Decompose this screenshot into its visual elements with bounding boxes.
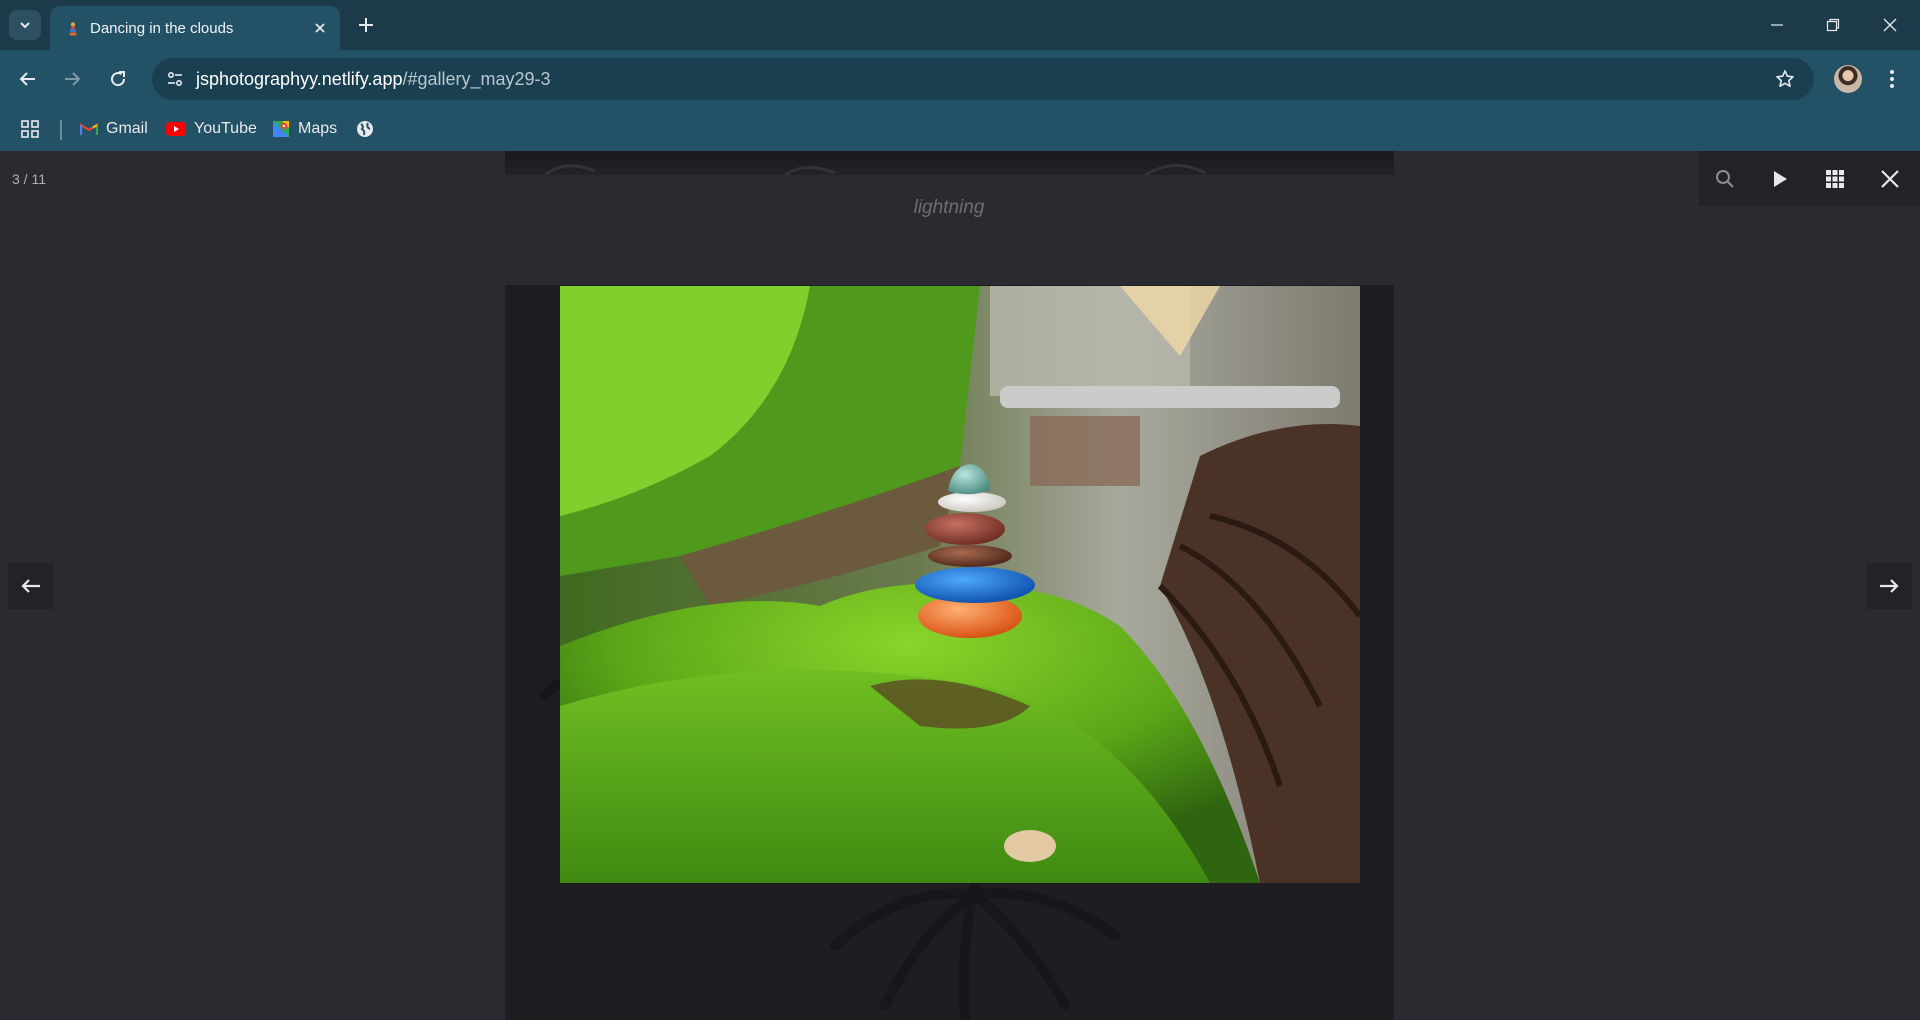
arrow-left-icon	[21, 579, 40, 593]
restore-button[interactable]	[1813, 10, 1853, 40]
bookmarks-divider	[60, 120, 62, 140]
maps-icon	[273, 121, 289, 137]
new-tab-button[interactable]	[352, 11, 380, 39]
plus-icon	[359, 18, 373, 32]
play-icon	[1774, 171, 1787, 187]
tab-strip: Dancing in the clouds	[0, 0, 1920, 50]
previous-image-caption: lightning	[913, 197, 985, 218]
arrow-left-icon	[19, 72, 35, 86]
close-icon	[1881, 170, 1899, 188]
bookmark-maps[interactable]: Maps	[272, 116, 337, 142]
image-counter: 3 / 11	[12, 171, 46, 187]
bookmark-gmail[interactable]: Gmail	[80, 116, 148, 142]
chevron-down-icon	[20, 22, 30, 29]
bookmark-youtube[interactable]: YouTube	[166, 116, 257, 142]
image-frame	[505, 285, 1394, 1020]
restore-icon	[1826, 18, 1840, 32]
bookmark-star-icon[interactable]	[1774, 68, 1796, 90]
arrow-right-icon	[65, 72, 81, 86]
lightbox-toolbar	[1699, 151, 1920, 206]
tab-close-icon[interactable]	[310, 18, 330, 38]
profile-avatar[interactable]	[1834, 65, 1862, 93]
slideshow-button[interactable]	[1764, 163, 1796, 195]
browser-toolbar: jsphotographyy.netlify.app/#gallery_may2…	[0, 50, 1920, 108]
gmail-icon	[80, 123, 98, 135]
tab-search-button[interactable]	[9, 10, 41, 40]
url-path: /#gallery_may29-3	[402, 69, 551, 89]
grid-icon	[1826, 170, 1844, 188]
globe-icon	[357, 121, 373, 137]
minimize-button[interactable]	[1757, 10, 1797, 40]
tab-title: Dancing in the clouds	[90, 20, 234, 37]
previous-image-button[interactable]	[8, 563, 54, 609]
forward-button[interactable]	[56, 63, 88, 95]
zoom-button[interactable]	[1709, 163, 1741, 195]
address-bar[interactable]: jsphotographyy.netlify.app/#gallery_may2…	[152, 58, 1814, 100]
favicon-icon	[69, 22, 77, 36]
bookmark-globe[interactable]	[356, 116, 374, 142]
arrow-right-icon	[1880, 579, 1899, 593]
reload-button[interactable]	[102, 63, 134, 95]
more-vert-icon	[1890, 70, 1894, 88]
bookmark-label: YouTube	[194, 120, 257, 137]
previous-image-edge[interactable]	[505, 151, 1394, 177]
close-window-button[interactable]	[1870, 10, 1910, 40]
reload-icon	[111, 71, 126, 87]
gallery-photo[interactable]	[560, 286, 1360, 883]
apps-grid-icon	[21, 120, 39, 138]
site-info-icon[interactable]	[161, 65, 189, 93]
search-icon	[1716, 170, 1734, 188]
minimize-icon	[1771, 24, 1783, 26]
apps-button[interactable]	[20, 116, 40, 142]
youtube-icon	[166, 122, 186, 136]
gallery-lightbox: lightning 3 / 11	[0, 151, 1920, 1020]
bookmark-label: Gmail	[106, 120, 148, 137]
url-text[interactable]: jsphotographyy.netlify.app/#gallery_may2…	[196, 69, 551, 90]
bookmarks-bar: Gmail YouTube Maps	[0, 108, 1920, 151]
back-button[interactable]	[12, 63, 44, 95]
bookmark-label: Maps	[298, 120, 338, 137]
close-lightbox-button[interactable]	[1874, 163, 1906, 195]
browser-menu-button[interactable]	[1880, 64, 1904, 94]
active-tab[interactable]: Dancing in the clouds	[50, 6, 340, 50]
thumbnails-button[interactable]	[1819, 163, 1851, 195]
url-host: jsphotographyy.netlify.app	[196, 69, 403, 89]
close-icon	[1883, 18, 1897, 32]
next-image-button[interactable]	[1866, 563, 1912, 609]
